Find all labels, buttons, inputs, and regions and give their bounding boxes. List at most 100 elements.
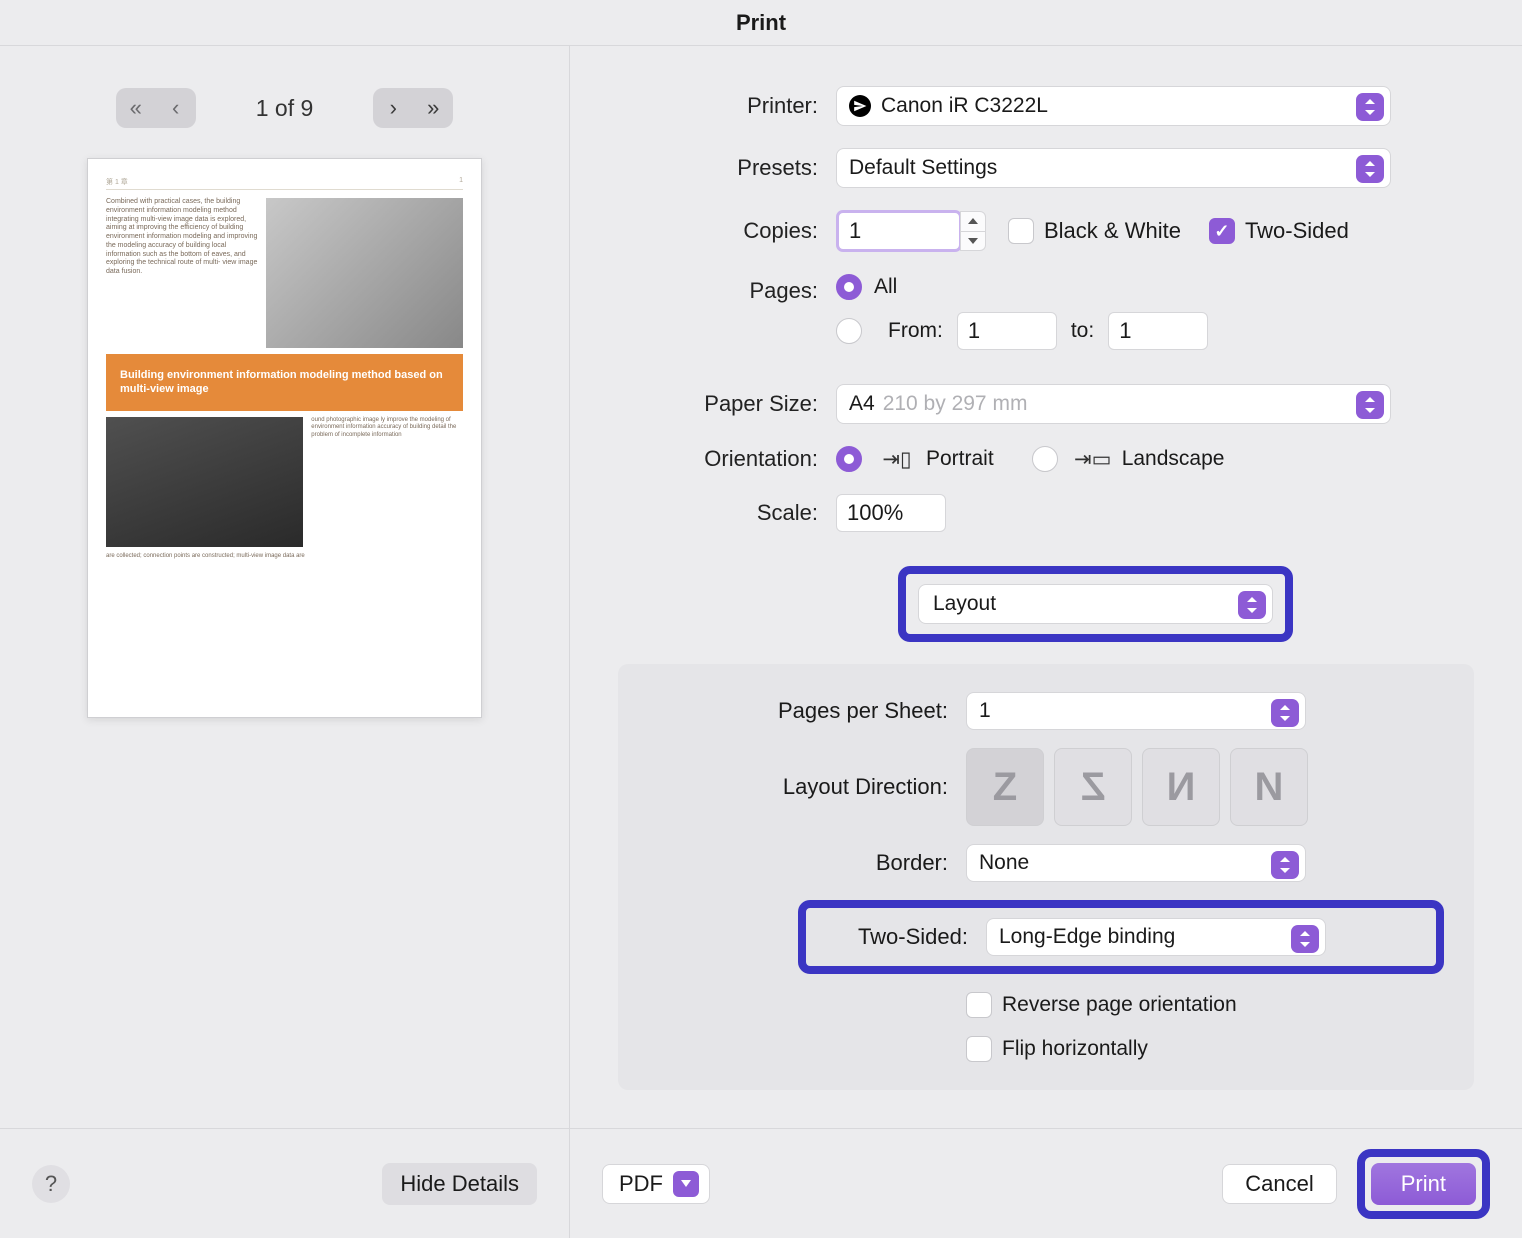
presets-label: Presets: bbox=[618, 155, 818, 181]
paper-size-label: Paper Size: bbox=[618, 391, 818, 417]
border-select[interactable]: None bbox=[966, 844, 1306, 882]
portrait-label: Portrait bbox=[926, 447, 994, 471]
z-icon: Z bbox=[993, 765, 1017, 810]
layout-dir-n2[interactable]: N bbox=[1230, 748, 1308, 826]
chevron-updown-icon bbox=[1356, 391, 1384, 419]
copies-label: Copies: bbox=[618, 218, 818, 244]
presets-select[interactable]: Default Settings bbox=[836, 148, 1391, 188]
section-value: Layout bbox=[933, 592, 996, 616]
print-highlight: Print bbox=[1357, 1149, 1490, 1219]
twosided-select-label: Two-Sided: bbox=[818, 924, 968, 950]
pps-select[interactable]: 1 bbox=[966, 692, 1306, 730]
hide-details-button[interactable]: Hide Details bbox=[382, 1163, 537, 1205]
pages-to-input[interactable]: 1 bbox=[1108, 312, 1208, 350]
pdf-label: PDF bbox=[619, 1171, 663, 1197]
print-dialog: Print « ‹ 1 of 9 › » 第 1 章 1 Combined wit… bbox=[0, 0, 1522, 1238]
layout-dir-n1[interactable]: И bbox=[1142, 748, 1220, 826]
paper-size-hint: 210 by 297 mm bbox=[883, 392, 1028, 416]
printer-value: Canon iR C3222L bbox=[881, 94, 1378, 118]
presets-value: Default Settings bbox=[849, 156, 1378, 180]
section-highlight: Layout bbox=[898, 566, 1293, 642]
prev-page-icon[interactable]: ‹ bbox=[156, 88, 196, 128]
chevron-updown-icon bbox=[1356, 155, 1384, 183]
copies-input[interactable]: 1 bbox=[836, 210, 962, 252]
flip-label: Flip horizontally bbox=[1002, 1037, 1148, 1061]
thumb-banner: Building environment information modelin… bbox=[106, 354, 463, 411]
n-mirror-icon: N bbox=[1255, 765, 1284, 810]
pages-to-label: to: bbox=[1071, 319, 1094, 343]
cancel-button[interactable]: Cancel bbox=[1222, 1164, 1336, 1204]
pdf-button[interactable]: PDF bbox=[602, 1164, 710, 1204]
twosided-highlight: Two-Sided: Long-Edge binding bbox=[798, 900, 1444, 974]
layout-dir-z[interactable]: Z bbox=[966, 748, 1044, 826]
thumb-intro: Combined with practical cases, the build… bbox=[106, 198, 258, 348]
footer: PDF Cancel Print bbox=[570, 1128, 1522, 1238]
twosided-value: Long-Edge binding bbox=[999, 925, 1175, 949]
settings-pane: Printer: Canon iR C3222L Presets: Defaul… bbox=[570, 46, 1522, 1238]
stepper-down-icon[interactable] bbox=[960, 232, 986, 252]
chevron-updown-icon bbox=[1271, 699, 1299, 727]
last-page-icon[interactable]: » bbox=[413, 88, 453, 128]
pps-label: Pages per Sheet: bbox=[648, 698, 948, 724]
copies-stepper[interactable] bbox=[960, 211, 986, 251]
thumb-image-2 bbox=[106, 417, 303, 547]
landscape-icon: ⇥▭ bbox=[1080, 446, 1106, 472]
layout-dir-s[interactable]: Z bbox=[1054, 748, 1132, 826]
reverse-label: Reverse page orientation bbox=[1002, 993, 1237, 1017]
next-page-icon[interactable]: › bbox=[373, 88, 413, 128]
portrait-icon: ⇥▯ bbox=[884, 446, 910, 472]
landscape-label: Landscape bbox=[1122, 447, 1225, 471]
thumb-image-1 bbox=[266, 198, 463, 348]
prev-page-group[interactable]: « ‹ bbox=[116, 88, 196, 128]
border-value: None bbox=[979, 851, 1029, 875]
chevron-updown-icon bbox=[1291, 925, 1319, 953]
pages-all-label: All bbox=[874, 275, 897, 299]
bw-checkbox[interactable] bbox=[1008, 218, 1034, 244]
thumb-text2: ound photographic image ly improve the m… bbox=[311, 417, 463, 547]
flip-checkbox[interactable] bbox=[966, 1036, 992, 1062]
print-button[interactable]: Print bbox=[1371, 1163, 1476, 1205]
first-page-icon[interactable]: « bbox=[116, 88, 156, 128]
chevron-updown-icon bbox=[1271, 851, 1299, 879]
chevron-down-icon bbox=[673, 1171, 699, 1197]
orientation-label: Orientation: bbox=[618, 446, 818, 472]
landscape-radio[interactable] bbox=[1032, 446, 1058, 472]
printer-select[interactable]: Canon iR C3222L bbox=[836, 86, 1391, 126]
section-select[interactable]: Layout bbox=[918, 584, 1273, 624]
next-page-group[interactable]: › » bbox=[373, 88, 453, 128]
portrait-radio[interactable] bbox=[836, 446, 862, 472]
twosided-select[interactable]: Long-Edge binding bbox=[986, 918, 1326, 956]
n-icon: И bbox=[1167, 765, 1196, 810]
window-title: Print bbox=[0, 0, 1522, 45]
printer-icon bbox=[849, 95, 871, 117]
page-counter: 1 of 9 bbox=[256, 95, 314, 122]
scale-input[interactable]: 100% bbox=[836, 494, 946, 532]
page-thumbnail: 第 1 章 1 Combined with practical cases, th… bbox=[87, 158, 482, 718]
scale-label: Scale: bbox=[618, 500, 818, 526]
twosided-checkbox[interactable] bbox=[1209, 218, 1235, 244]
paper-size-select[interactable]: A4 210 by 297 mm bbox=[836, 384, 1391, 424]
chevron-updown-icon bbox=[1356, 93, 1384, 121]
thumb-hdr-left: 第 1 章 bbox=[106, 177, 128, 187]
pages-range-radio[interactable] bbox=[836, 318, 862, 344]
pages-from-input[interactable]: 1 bbox=[957, 312, 1057, 350]
preview-pane: « ‹ 1 of 9 › » 第 1 章 1 Combined with prac… bbox=[0, 46, 570, 1238]
pps-value: 1 bbox=[979, 699, 991, 723]
thumb-hdr-right: 1 bbox=[459, 177, 463, 187]
chevron-updown-icon bbox=[1238, 591, 1266, 619]
layout-subpanel: Pages per Sheet: 1 Layout Direction: Z Z… bbox=[618, 664, 1474, 1090]
pages-label: Pages: bbox=[618, 274, 818, 304]
layout-dir-label: Layout Direction: bbox=[648, 774, 948, 800]
paper-size-value: A4 bbox=[849, 392, 875, 416]
twosided-label: Two-Sided bbox=[1245, 218, 1349, 244]
reverse-checkbox[interactable] bbox=[966, 992, 992, 1018]
thumb-caption: are collected; connection points are con… bbox=[106, 553, 463, 559]
s-icon: Z bbox=[1081, 765, 1105, 810]
pages-all-radio[interactable] bbox=[836, 274, 862, 300]
help-button[interactable]: ? bbox=[32, 1165, 70, 1203]
pages-from-label: From: bbox=[888, 319, 943, 343]
stepper-up-icon[interactable] bbox=[960, 211, 986, 232]
border-label: Border: bbox=[648, 850, 948, 876]
printer-label: Printer: bbox=[618, 93, 818, 119]
bw-label: Black & White bbox=[1044, 218, 1181, 244]
